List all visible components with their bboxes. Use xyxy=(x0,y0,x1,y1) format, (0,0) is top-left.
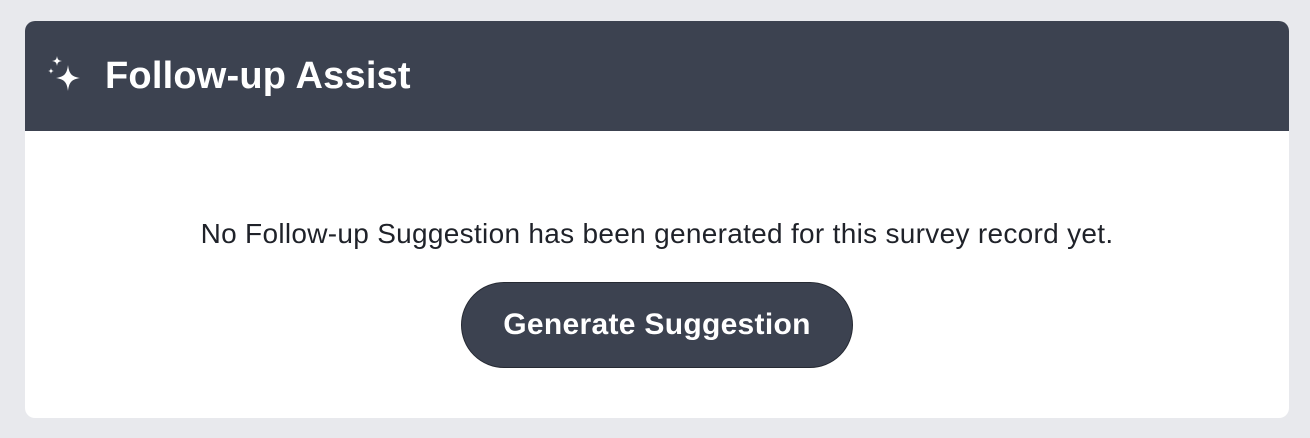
panel-title: Follow-up Assist xyxy=(105,54,411,97)
sparkle-icon xyxy=(47,54,85,98)
empty-state-message: No Follow-up Suggestion has been generat… xyxy=(200,218,1114,249)
follow-up-assist-panel: Follow-up Assist No Follow-up Suggestion… xyxy=(25,21,1289,418)
panel-body: No Follow-up Suggestion has been generat… xyxy=(25,131,1289,418)
panel-header: Follow-up Assist xyxy=(25,21,1289,131)
generate-suggestion-button[interactable]: Generate Suggestion xyxy=(461,282,853,368)
